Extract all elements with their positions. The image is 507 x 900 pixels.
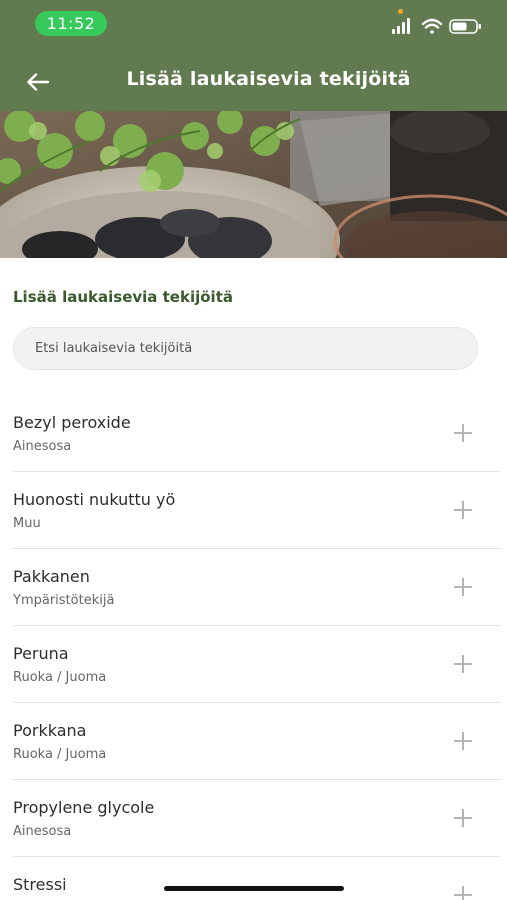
trigger-category: Ainesosa <box>13 824 72 839</box>
add-trigger-plus-icon[interactable] <box>454 424 472 442</box>
trigger-name: Bezyl peroxide <box>13 413 131 432</box>
trigger-category: Ruoka / Juoma <box>13 747 107 762</box>
trigger-name: Peruna <box>13 644 69 663</box>
privacy-indicator-dot <box>398 9 403 14</box>
hero-image <box>0 111 507 258</box>
battery-icon <box>449 19 481 34</box>
wifi-icon <box>421 18 443 34</box>
trigger-list: Bezyl peroxide Ainesosa Huonosti nukuttu y… <box>0 395 507 900</box>
add-trigger-plus-icon[interactable] <box>454 809 472 827</box>
trigger-category: Muu <box>13 516 41 531</box>
list-item[interactable]: Huonosti nukuttu yö Muu <box>13 472 500 549</box>
trigger-name: Stressi <box>13 875 67 894</box>
spa-stones-plant-photo <box>0 111 507 258</box>
search-input[interactable] <box>13 327 478 370</box>
trigger-name: Propylene glycole <box>13 798 155 817</box>
list-item[interactable]: Porkkana Ruoka / Juoma <box>13 703 500 780</box>
trigger-category: Ympäristötekijä <box>13 593 115 608</box>
list-item[interactable]: Bezyl peroxide Ainesosa <box>13 395 500 472</box>
add-trigger-plus-icon[interactable] <box>454 655 472 673</box>
cellular-signal-icon <box>392 18 410 34</box>
trigger-category: Ainesosa <box>13 439 72 454</box>
navigation-bar: Lisää laukaisevia tekijöitä <box>0 56 507 106</box>
trigger-name: Porkkana <box>13 721 87 740</box>
add-trigger-plus-icon[interactable] <box>454 886 472 900</box>
home-indicator <box>164 886 344 891</box>
section-title: Lisää laukaisevia tekijöitä <box>13 288 233 306</box>
trigger-name: Pakkanen <box>13 567 90 586</box>
list-item[interactable]: Stressi <box>13 857 500 900</box>
status-icons <box>392 18 481 34</box>
add-trigger-plus-icon[interactable] <box>454 578 472 596</box>
app-header: 11:52 Lisää laukaisevia tekijöitä <box>0 0 507 111</box>
add-trigger-plus-icon[interactable] <box>454 501 472 519</box>
trigger-name: Huonosti nukuttu yö <box>13 490 176 509</box>
arrow-left-icon <box>27 73 49 91</box>
list-item[interactable]: Peruna Ruoka / Juoma <box>13 626 500 703</box>
add-trigger-plus-icon[interactable] <box>454 732 472 750</box>
list-item[interactable]: Propylene glycole Ainesosa <box>13 780 500 857</box>
trigger-category: Ruoka / Juoma <box>13 670 107 685</box>
page-title: Lisää laukaisevia tekijöitä <box>126 68 411 90</box>
status-bar: 11:52 <box>0 0 507 48</box>
status-time: 11:52 <box>35 11 107 36</box>
back-button[interactable] <box>18 62 58 102</box>
list-item[interactable]: Pakkanen Ympäristötekijä <box>13 549 500 626</box>
